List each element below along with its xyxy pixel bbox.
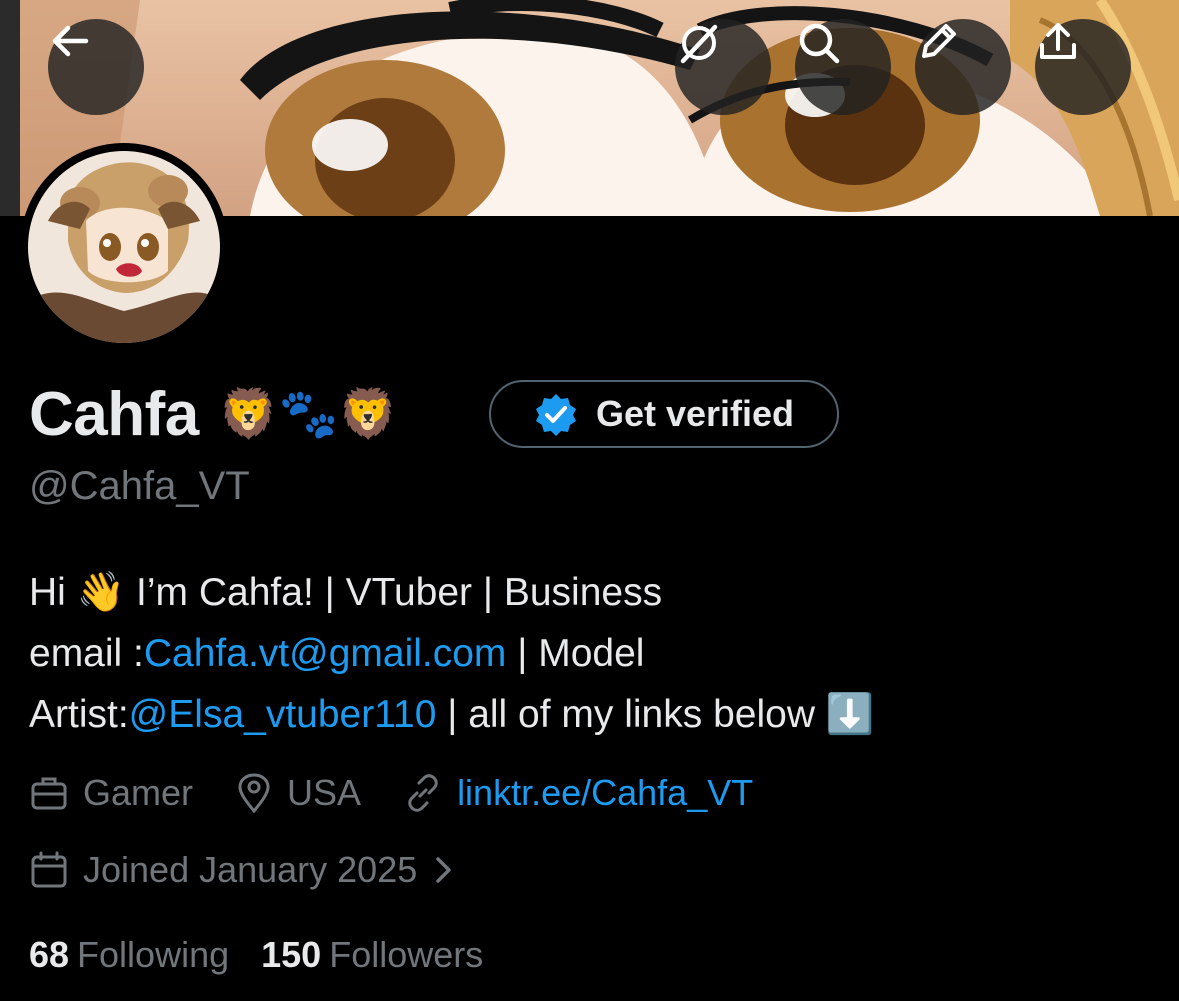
bio-line-3-prefix: Artist: <box>29 693 129 736</box>
bio-line-3: Artist:@Elsa_vtuber110 | all of my links… <box>29 684 1149 745</box>
edit-profile-button[interactable] <box>915 19 1011 115</box>
verified-badge-icon <box>535 394 576 436</box>
avatar-image <box>28 151 220 343</box>
follow-stats: 68 Following 150 Followers <box>29 930 515 980</box>
bio-line-2-suffix: | Model <box>506 632 645 675</box>
link-icon <box>408 774 438 812</box>
arrow-left-icon <box>52 25 89 57</box>
bio-artist-mention-link[interactable]: @Elsa_vtuber110 <box>129 693 437 736</box>
pencil-icon <box>922 24 956 58</box>
profile-handle: @Cahfa_VT <box>29 464 250 508</box>
profile-location: USA <box>235 772 361 814</box>
following-stat[interactable]: 68 Following <box>29 934 229 976</box>
grok-slash-icon <box>680 24 718 64</box>
followers-label: Followers <box>329 934 484 975</box>
followers-stat[interactable]: 150 Followers <box>261 934 483 976</box>
profile-category: Gamer <box>29 772 193 814</box>
location-pin-icon <box>238 773 270 813</box>
back-button[interactable] <box>48 19 144 115</box>
following-count: 68 <box>29 934 70 975</box>
name-emoji: 🦁🐾🦁 <box>218 386 399 442</box>
bio-line-1: Hi 👋 I’m Cahfa! | VTuber | Business <box>29 571 663 614</box>
search-icon <box>799 23 840 64</box>
website-link[interactable]: linktr.ee/Cahfa_VT <box>457 772 753 814</box>
following-label: Following <box>77 934 230 975</box>
grok-button[interactable] <box>675 19 771 115</box>
briefcase-icon <box>31 777 67 810</box>
bio-line-2-prefix: email : <box>29 632 144 675</box>
get-verified-button[interactable]: Get verified <box>489 380 839 448</box>
name-row: Cahfa 🦁🐾🦁 <box>29 376 398 452</box>
chevron-right-icon <box>436 857 451 883</box>
profile-bio: Hi 👋 I’m Cahfa! | VTuber | Business emai… <box>29 562 1149 745</box>
calendar-icon <box>31 851 67 888</box>
followers-count: 150 <box>261 934 322 975</box>
get-verified-label: Get verified <box>595 393 795 434</box>
share-button[interactable] <box>1035 19 1131 115</box>
joined-row[interactable]: Joined January 2025 <box>29 845 455 895</box>
profile-avatar[interactable] <box>20 143 228 351</box>
bio-line-3-suffix: | all of my links below ⬇️ <box>436 693 875 736</box>
location-label: USA <box>287 772 362 813</box>
search-button[interactable] <box>795 19 891 115</box>
profile-website[interactable]: linktr.ee/Cahfa_VT <box>403 772 753 814</box>
share-upload-icon <box>1040 23 1076 59</box>
profile-joined[interactable]: Joined January 2025 <box>29 849 417 891</box>
category-label: Gamer <box>83 772 194 813</box>
bio-line-2: email :Cahfa.vt@gmail.com | Model <box>29 623 1149 684</box>
joined-label: Joined January 2025 <box>83 849 418 890</box>
bio-email-link[interactable]: Cahfa.vt@gmail.com <box>144 632 507 675</box>
profile-meta-row: Gamer USA linktr.ee/Cahfa_VT <box>29 768 795 818</box>
display-name: Cahfa <box>29 379 199 449</box>
